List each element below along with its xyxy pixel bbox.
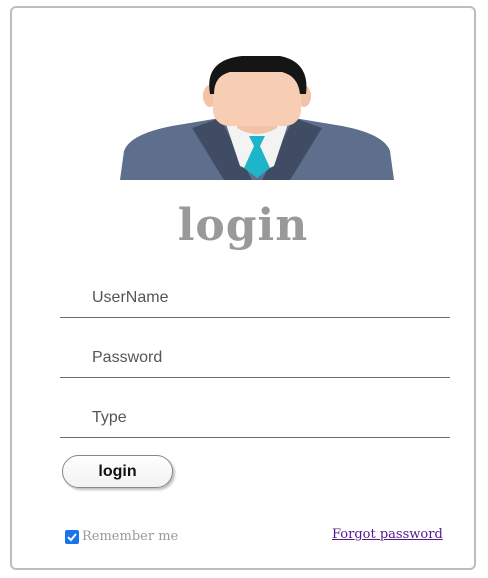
remember-me-checkbox[interactable] xyxy=(65,529,79,544)
password-input[interactable] xyxy=(60,338,450,378)
checkmark-icon xyxy=(67,532,77,541)
username-input[interactable] xyxy=(60,278,450,318)
remember-me-label: Remember me xyxy=(82,529,179,544)
page-title: login xyxy=(177,200,309,251)
type-input[interactable] xyxy=(60,398,450,438)
remember-me: Remember me xyxy=(65,529,178,544)
forgot-password-link[interactable]: Forgot password xyxy=(332,527,443,542)
login-card: login login Remember me Forgot password xyxy=(10,6,476,570)
user-avatar-icon xyxy=(120,56,394,180)
login-button[interactable]: login xyxy=(62,455,173,488)
